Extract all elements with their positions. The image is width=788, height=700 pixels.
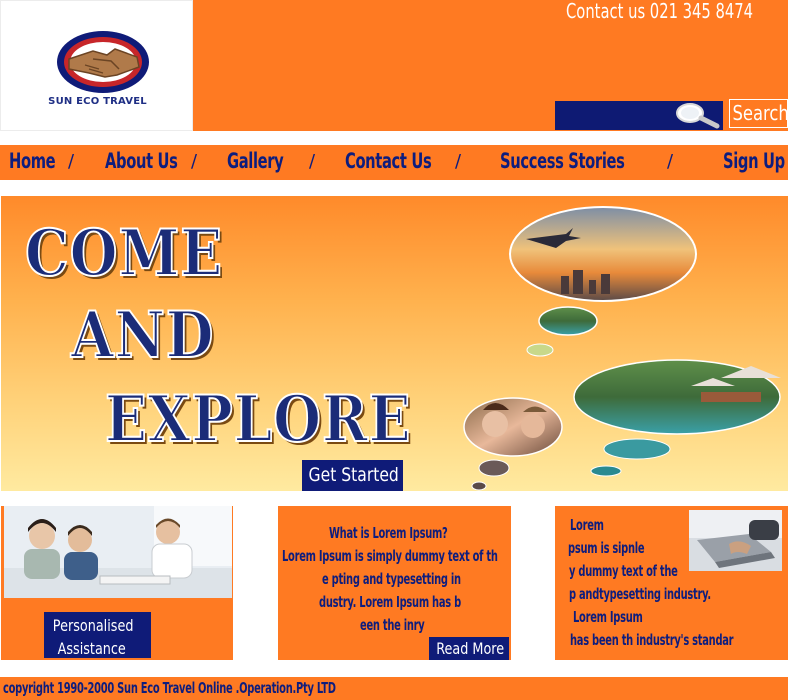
- nav-about-us[interactable]: About Us: [105, 147, 178, 175]
- logo[interactable]: SUN ECO TRAVEL: [0, 0, 193, 131]
- search-icon[interactable]: [670, 101, 722, 129]
- friends-laughing-photo: [463, 397, 563, 457]
- card-lorem-line: psum is sipnle: [568, 539, 645, 557]
- card-info-line: e pting and typesetting in: [322, 570, 461, 588]
- get-started-label: Get Started: [308, 464, 399, 486]
- card-info-heading: What is Lorem Ipsum?: [329, 524, 448, 542]
- nav-success-stories[interactable]: Success Stories: [500, 147, 625, 175]
- nav-home[interactable]: Home: [9, 147, 56, 175]
- hero-and: AND: [70, 298, 215, 373]
- hero-banner: COME AND EXPLORE: [1, 196, 788, 491]
- card-info-line: een the inry: [360, 616, 425, 634]
- card-lorem-line: Lorem: [570, 516, 604, 534]
- contact-phone[interactable]: Contact us 021 345 8474: [566, 0, 753, 22]
- nav-contact-us[interactable]: Contact Us: [345, 147, 432, 175]
- card-lorem: Lorem psum is sipnle y dummy text of the…: [555, 506, 788, 660]
- search-button[interactable]: Search: [729, 99, 788, 128]
- assistance-label-line1: Personalised: [52, 616, 134, 635]
- read-more-button[interactable]: Read More: [429, 637, 509, 660]
- hero-explore: EXPLORE: [104, 382, 412, 457]
- main-nav: Home / About Us / Gallery / Contact Us /…: [0, 145, 788, 180]
- logo-text: SUN ECO TRAVEL: [48, 96, 147, 107]
- footer: copyright 1990-2000 Sun Eco Travel Onlin…: [0, 677, 788, 700]
- nav-separator: /: [309, 151, 316, 172]
- read-more-label: Read More: [436, 639, 505, 658]
- search-button-label: Search: [732, 101, 788, 125]
- card-lorem-line: Lorem Ipsum: [573, 608, 643, 626]
- personalised-assistance-button[interactable]: Personalised Assistance: [44, 612, 151, 658]
- card-lorem-line: p andtypesetting industry.: [569, 585, 711, 603]
- card-assistance: Personalised Assistance: [1, 506, 233, 660]
- hero-come: COME: [24, 216, 224, 291]
- nav-separator: /: [455, 151, 462, 172]
- copyright-text: copyright 1990-2000 Sun Eco Travel Onlin…: [3, 679, 336, 697]
- nav-gallery[interactable]: Gallery: [227, 147, 284, 175]
- card-lorem-line: has been th industry's standar: [570, 631, 734, 649]
- nav-separator: /: [68, 151, 75, 172]
- nav-sign-up[interactable]: Sign Up: [723, 147, 785, 175]
- nav-separator: /: [191, 151, 198, 172]
- nav-separator: /: [667, 151, 674, 172]
- card-info-line: Lorem Ipsum is simply dummy text of th: [282, 547, 498, 565]
- get-started-button[interactable]: Get Started: [302, 460, 403, 491]
- handshake-globe-icon: [57, 31, 149, 93]
- card-info-line: dustry. Lorem Ipsum has b: [319, 593, 461, 611]
- card-lorem-line: y dummy text of the: [569, 562, 678, 580]
- office-meeting-photo: [4, 506, 232, 598]
- assistance-label-line2: Assistance: [57, 639, 126, 658]
- laptop-typing-photo: [689, 510, 782, 571]
- card-info: What is Lorem Ipsum? Lorem Ipsum is simp…: [278, 506, 511, 660]
